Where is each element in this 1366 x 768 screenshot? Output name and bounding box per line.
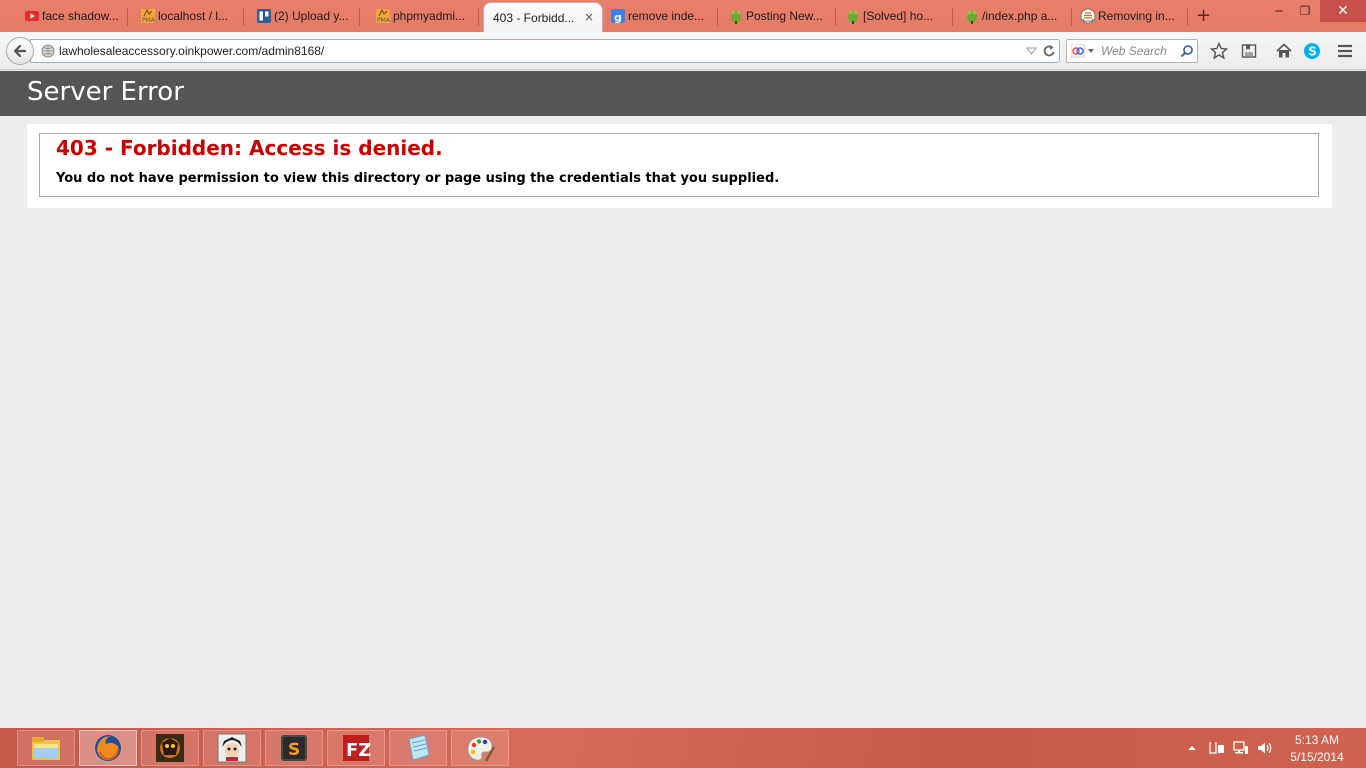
file-explorer-icon — [32, 737, 60, 760]
paint-icon — [467, 736, 496, 762]
taskbar-firefox[interactable] — [79, 730, 137, 766]
svg-text:S: S — [1308, 45, 1317, 59]
google-icon: g — [611, 9, 625, 24]
volume-icon[interactable] — [1256, 740, 1274, 756]
back-button[interactable] — [6, 37, 34, 65]
tab-label: (2) Upload y... — [274, 9, 349, 23]
show-hidden-icons-icon[interactable] — [1186, 740, 1198, 756]
svg-text:S: S — [288, 740, 300, 760]
taskbar-game-app[interactable] — [141, 730, 199, 766]
tab-label: remove inde... — [628, 9, 705, 23]
taskbar: S FZ 5:13 AM 5/15/2014 — [0, 728, 1366, 768]
clock-time: 5:13 AM — [1294, 733, 1340, 747]
tab-posting-new[interactable]: Posting New... — [724, 2, 836, 30]
reload-icon[interactable] — [1042, 43, 1056, 59]
search-input[interactable] — [1101, 43, 1179, 59]
system-clock[interactable]: 5:13 AM 5/15/2014 — [1282, 732, 1352, 766]
youtube-icon — [25, 11, 39, 21]
green-frog-icon — [967, 10, 977, 24]
trello-icon — [257, 9, 271, 23]
tab-label: Posting New... — [746, 9, 823, 23]
page-header: Server Error — [0, 71, 1366, 116]
back-arrow-icon — [13, 44, 27, 58]
search-engine-icon[interactable] — [1071, 44, 1097, 58]
usb-device-icon[interactable] — [1208, 740, 1226, 756]
tab-phpmyadmin[interactable]: PMA phpmyadmi... — [371, 2, 479, 30]
firefox-icon — [95, 735, 121, 761]
green-frog-icon — [848, 10, 858, 24]
bookmarks-menu-icon[interactable] — [1240, 42, 1258, 60]
tab-index-php[interactable]: /index.php a... — [960, 2, 1072, 30]
tab-label: localhost / l... — [158, 9, 229, 23]
bookmark-star-icon[interactable] — [1210, 42, 1228, 60]
svg-text:g: g — [614, 11, 622, 24]
game-app-icon — [156, 734, 184, 762]
history-dropdown-icon[interactable] — [1026, 46, 1037, 56]
svg-text:FZ: FZ — [346, 740, 371, 761]
new-tab-button[interactable]: + — [1196, 5, 1211, 26]
svg-text:PMA: PMA — [142, 17, 156, 24]
taskbar-paint[interactable] — [451, 730, 509, 766]
page-title: Server Error — [27, 77, 184, 107]
network-icon[interactable] — [1232, 740, 1250, 756]
green-frog-icon — [731, 10, 741, 24]
skype-icon[interactable]: S — [1303, 42, 1321, 60]
tab-label: phpmyadmi... — [393, 9, 466, 23]
stack-icon — [1080, 8, 1096, 24]
home-icon[interactable] — [1275, 42, 1293, 60]
url-bar[interactable]: lawholesaleaccessory.oinkpower.com/admin… — [30, 39, 1060, 63]
notepad-icon — [408, 734, 430, 761]
anime-app-icon — [217, 733, 247, 763]
tab-403-forbidden[interactable]: 403 - Forbidd... × — [483, 2, 603, 32]
restore-button[interactable]: ❐ — [1292, 0, 1318, 22]
tab-remove-index[interactable]: g remove inde... — [606, 2, 718, 30]
tab-localhost[interactable]: PMA localhost / l... — [136, 2, 244, 30]
error-title: 403 - Forbidden: Access is denied. — [56, 136, 443, 160]
search-box — [1066, 39, 1198, 63]
taskbar-notepad[interactable] — [389, 730, 447, 766]
error-box: 403 - Forbidden: Access is denied. You d… — [39, 133, 1319, 197]
search-icon[interactable] — [1180, 44, 1194, 58]
taskbar-filezilla[interactable]: FZ — [327, 730, 385, 766]
tab-label: Removing in... — [1098, 9, 1175, 23]
close-window-button[interactable]: ✕ — [1320, 0, 1366, 22]
filezilla-icon: FZ — [343, 735, 371, 761]
tab-solved[interactable]: [Solved] ho... — [841, 2, 953, 30]
close-tab-icon[interactable]: × — [584, 10, 594, 24]
sublime-text-icon: S — [281, 735, 307, 761]
tab-label: face shadow... — [42, 9, 119, 23]
tab-strip: face shadow... PMA localhost / l... (2) … — [0, 0, 1366, 32]
url-text[interactable]: lawholesaleaccessory.oinkpower.com/admin… — [59, 44, 324, 58]
tab-label: /index.php a... — [982, 9, 1058, 23]
taskbar-sublime-text[interactable]: S — [265, 730, 323, 766]
taskbar-file-explorer[interactable] — [17, 730, 75, 766]
tab-upload[interactable]: (2) Upload y... — [252, 2, 360, 30]
tab-youtube[interactable]: face shadow... — [20, 2, 128, 30]
minimize-button[interactable]: ─ — [1266, 0, 1292, 22]
taskbar-anime-app[interactable] — [203, 730, 261, 766]
tab-label: [Solved] ho... — [863, 9, 934, 23]
tab-removing-index[interactable]: Removing in... — [1076, 2, 1188, 30]
globe-icon — [41, 44, 55, 58]
menu-icon[interactable] — [1336, 42, 1354, 60]
tab-label: 403 - Forbidd... — [493, 10, 575, 25]
svg-text:PMA: PMA — [377, 17, 391, 24]
error-message: You do not have permission to view this … — [56, 171, 780, 186]
phpmyadmin-icon: PMA — [376, 8, 391, 24]
content-panel: 403 - Forbidden: Access is denied. You d… — [27, 124, 1332, 208]
clock-date: 5/15/2014 — [1290, 750, 1344, 764]
phpmyadmin-icon: PMA — [141, 8, 156, 24]
navigation-toolbar: lawholesaleaccessory.oinkpower.com/admin… — [0, 32, 1366, 70]
